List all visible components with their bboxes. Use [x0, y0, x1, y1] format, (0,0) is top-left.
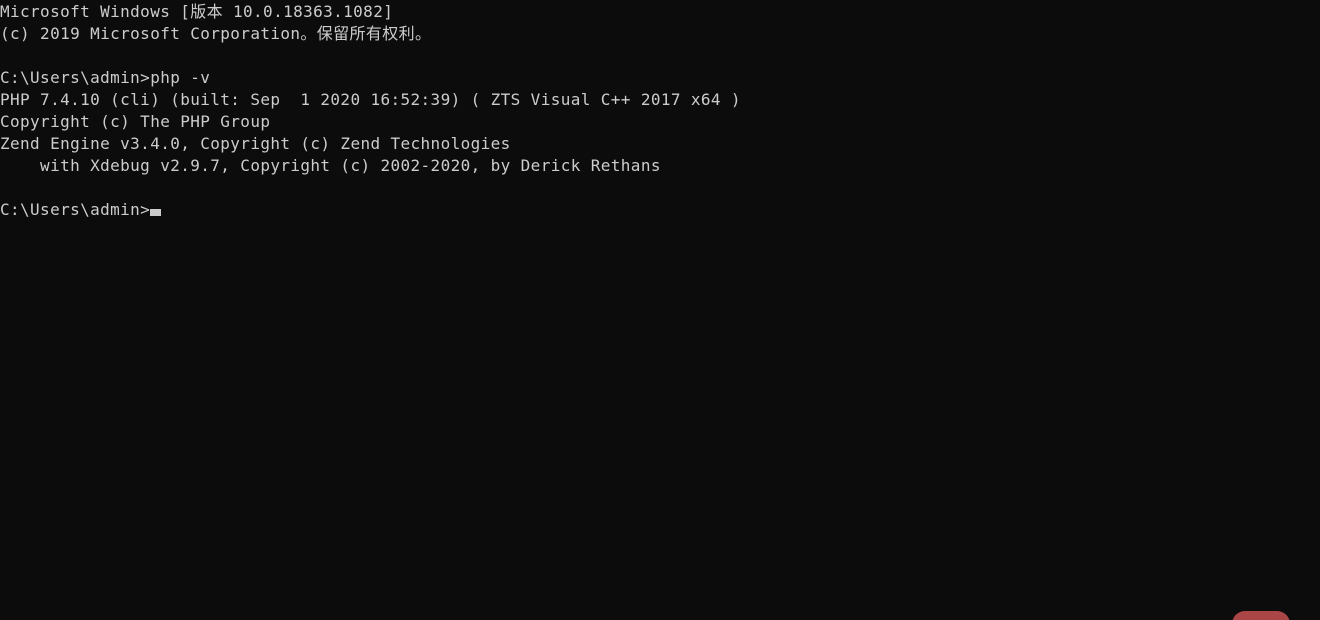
terminal-line-blank-1: [0, 45, 1320, 67]
terminal-active-prompt-line[interactable]: C:\Users\admin>: [0, 199, 1320, 221]
terminal-line-php-version: PHP 7.4.10 (cli) (built: Sep 1 2020 16:5…: [0, 90, 741, 109]
terminal-line-xdebug: with Xdebug v2.9.7, Copyright (c) 2002-2…: [0, 156, 661, 175]
terminal-line-blank-2: [0, 177, 1320, 199]
terminal-line-copyright-banner: (c) 2019 Microsoft Corporation。保留所有权利。: [0, 24, 432, 43]
terminal-line-php-copyright: Copyright (c) The PHP Group: [0, 112, 271, 131]
terminal-line-os-banner: Microsoft Windows [版本 10.0.18363.1082]: [0, 2, 394, 21]
block-cursor: [150, 209, 162, 216]
terminal-line-command-php-v: C:\Users\admin>php -v: [0, 68, 211, 87]
terminal-console[interactable]: Microsoft Windows [版本 10.0.18363.1082] (…: [0, 0, 1320, 620]
prompt-text: C:\Users\admin>: [0, 200, 151, 219]
terminal-line-zend-engine: Zend Engine v3.4.0, Copyright (c) Zend T…: [0, 134, 511, 153]
corner-blob-decoration: [1232, 611, 1290, 620]
